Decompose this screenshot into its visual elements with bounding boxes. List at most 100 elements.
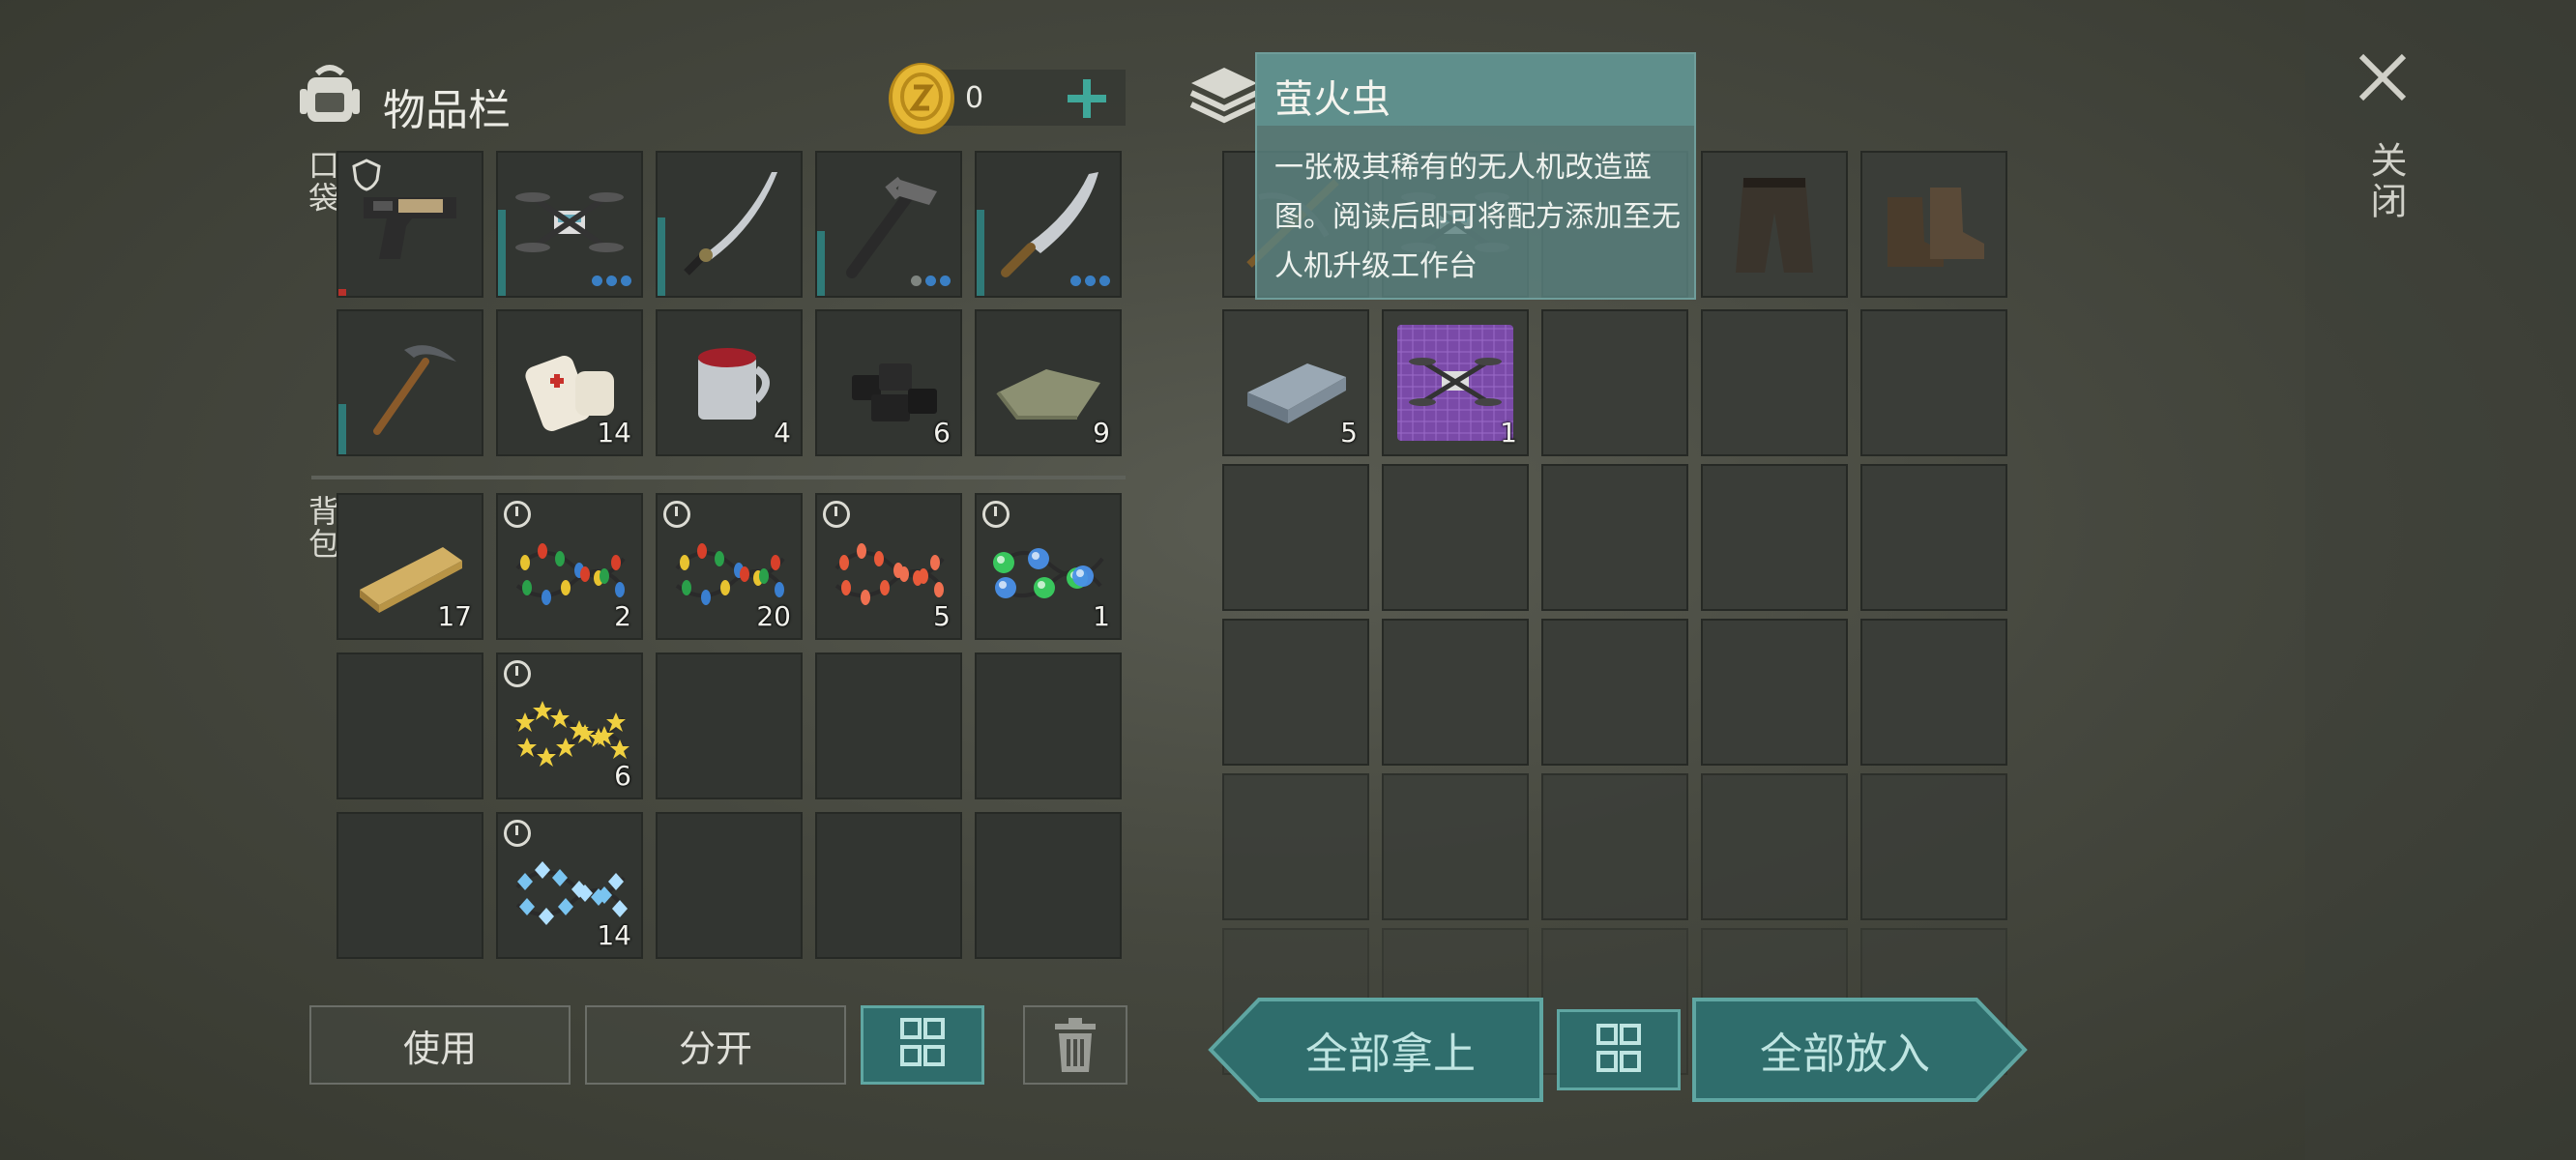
- empty-slot[interactable]: [656, 812, 803, 959]
- take-all-button[interactable]: 全部拿上: [1207, 986, 1545, 1114]
- empty-slot[interactable]: [1860, 309, 2007, 456]
- empty-slot[interactable]: [1222, 464, 1369, 611]
- item-count: 5: [933, 600, 951, 632]
- empty-slot[interactable]: [975, 812, 1122, 959]
- split-button[interactable]: 分开: [585, 1005, 846, 1085]
- item-count: 20: [756, 600, 791, 632]
- item-count: 1: [1500, 417, 1517, 449]
- item-slot[interactable]: 1: [975, 493, 1122, 640]
- item-count: 9: [1093, 417, 1110, 449]
- item-slot[interactable]: [1701, 151, 1848, 298]
- pickaxe-icon: [344, 317, 476, 449]
- coin-icon: [886, 60, 957, 137]
- empty-slot[interactable]: [1382, 773, 1529, 920]
- item-slot[interactable]: 4: [656, 309, 803, 456]
- drone-icon: [504, 159, 635, 290]
- empty-slot[interactable]: [1860, 773, 2007, 920]
- empty-slot[interactable]: [337, 652, 483, 799]
- item-count: 14: [597, 417, 631, 449]
- item-count: 14: [597, 919, 631, 951]
- empty-slot[interactable]: [1382, 619, 1529, 766]
- upgrade-dots: [911, 276, 951, 286]
- empty-slot[interactable]: [1222, 773, 1369, 920]
- close-icon: [2358, 53, 2407, 102]
- right-side-panel: [2305, 0, 2576, 1160]
- tooltip-description: 一张极其稀有的无人机改造蓝图。阅读后即可将配方添加至无人机升级工作台: [1274, 151, 1681, 283]
- empty-slot[interactable]: [975, 652, 1122, 799]
- item-slot[interactable]: 2: [496, 493, 643, 640]
- empty-slot[interactable]: [1701, 309, 1848, 456]
- item-slot[interactable]: 14: [496, 812, 643, 959]
- empty-slot[interactable]: [1541, 773, 1688, 920]
- item-slot[interactable]: 14: [496, 309, 643, 456]
- item-count: 2: [614, 600, 631, 632]
- timer-icon: [823, 501, 850, 528]
- empty-slot[interactable]: [1701, 773, 1848, 920]
- trash-icon: [1055, 1018, 1096, 1072]
- item-count: 1: [1093, 600, 1110, 632]
- empty-slot[interactable]: [1382, 464, 1529, 611]
- item-slot[interactable]: 5: [815, 493, 962, 640]
- armor-icon: [352, 159, 381, 195]
- item-slot[interactable]: [815, 151, 962, 298]
- empty-slot[interactable]: [1860, 619, 2007, 766]
- sort-storage-button[interactable]: [1557, 1009, 1681, 1090]
- timer-icon: [663, 501, 690, 528]
- sort-inventory-button[interactable]: [861, 1005, 984, 1085]
- timer-icon: [504, 820, 531, 847]
- machete-icon: [982, 159, 1114, 290]
- empty-slot[interactable]: [656, 652, 803, 799]
- inventory-title: 物品栏: [383, 86, 511, 135]
- empty-slot[interactable]: [815, 652, 962, 799]
- empty-slot[interactable]: [1541, 619, 1688, 766]
- close-button[interactable]: 关闭: [2350, 48, 2417, 242]
- katana-icon: [663, 159, 795, 290]
- put-all-label: 全部放入: [1760, 1030, 1930, 1079]
- grid-sort-icon: [900, 1018, 945, 1066]
- boots-icon: [1868, 159, 2000, 290]
- empty-slot[interactable]: [815, 812, 962, 959]
- empty-slot[interactable]: [1541, 309, 1688, 456]
- item-count: 17: [437, 600, 472, 632]
- item-slot[interactable]: [1860, 151, 2007, 298]
- timer-icon: [504, 501, 531, 528]
- item-slot[interactable]: 6: [496, 652, 643, 799]
- empty-slot[interactable]: [1701, 619, 1848, 766]
- timer-icon: [504, 660, 531, 687]
- item-slot[interactable]: [337, 151, 483, 298]
- item-slot[interactable]: [975, 151, 1122, 298]
- backpack-icon: [296, 60, 364, 128]
- item-slot[interactable]: 6: [815, 309, 962, 456]
- durability-bar: [977, 210, 984, 296]
- tooltip-title: 萤火虫: [1274, 77, 1390, 122]
- empty-slot[interactable]: [1860, 464, 2007, 611]
- empty-slot[interactable]: [1701, 464, 1848, 611]
- item-slot[interactable]: 5: [1222, 309, 1369, 456]
- grid-sort-icon: [1596, 1024, 1641, 1072]
- item-count: 6: [614, 760, 631, 792]
- item-slot[interactable]: 1: [1382, 309, 1529, 456]
- timer-icon: [982, 501, 1010, 528]
- item-slot[interactable]: 20: [656, 493, 803, 640]
- empty-slot[interactable]: [1541, 464, 1688, 611]
- use-button[interactable]: 使用: [309, 1005, 571, 1085]
- coin-count: 0: [965, 81, 984, 115]
- item-slot[interactable]: [337, 309, 483, 456]
- close-label: 关闭: [2364, 141, 2407, 222]
- trash-button[interactable]: [1023, 1005, 1127, 1085]
- item-slot[interactable]: [656, 151, 803, 298]
- take-all-label: 全部拿上: [1305, 1030, 1476, 1079]
- hammer-icon: [823, 159, 954, 290]
- item-slot[interactable]: 17: [337, 493, 483, 640]
- empty-slot[interactable]: [337, 812, 483, 959]
- pants-icon: [1709, 159, 1840, 290]
- item-slot[interactable]: [496, 151, 643, 298]
- item-slot[interactable]: 9: [975, 309, 1122, 456]
- add-coins-button[interactable]: [1064, 75, 1110, 122]
- empty-slot[interactable]: [1222, 619, 1369, 766]
- item-tooltip: 萤火虫 一张极其稀有的无人机改造蓝图。阅读后即可将配方添加至无人机升级工作台: [1255, 52, 1696, 300]
- durability-bar: [658, 218, 665, 296]
- item-count: 6: [933, 417, 951, 449]
- put-all-button[interactable]: 全部放入: [1690, 986, 2029, 1114]
- upgrade-dots: [592, 276, 631, 286]
